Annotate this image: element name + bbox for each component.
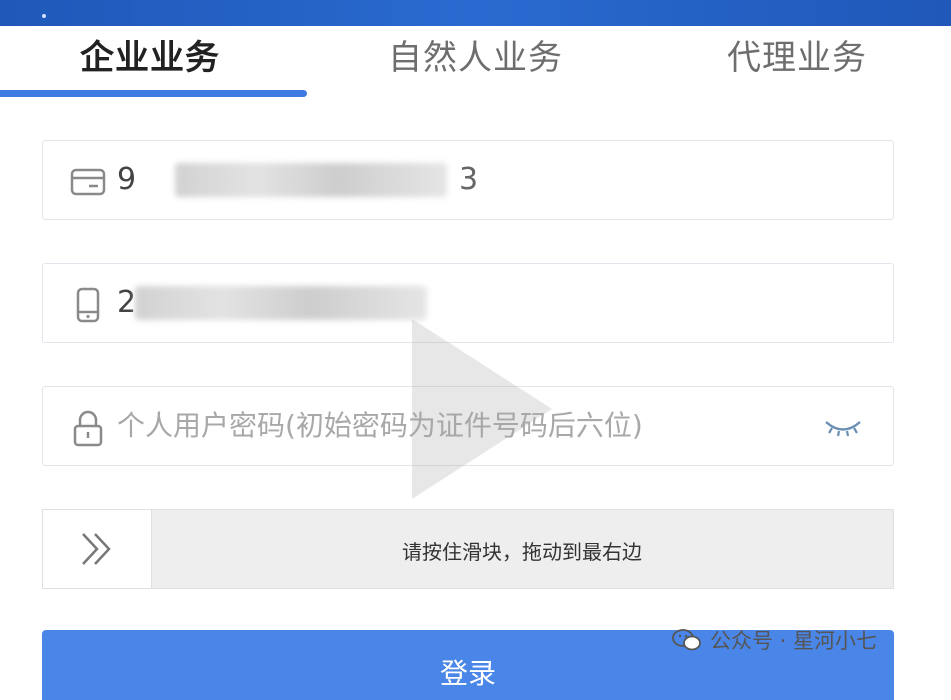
slider-handle[interactable] — [43, 510, 152, 588]
id-value-suffix: 3 — [459, 162, 479, 197]
credential-id-field[interactable]: 9 3 — [42, 140, 894, 220]
tab-natural-person-business[interactable]: 自然人业务 — [388, 30, 563, 79]
tab-enterprise-business[interactable]: 企业业务 — [80, 30, 220, 79]
double-chevron-right-icon — [82, 533, 111, 565]
wechat-icon — [672, 629, 701, 651]
phone-value-prefix: 2 — [117, 285, 137, 320]
tab-agent-business[interactable]: 代理业务 — [727, 30, 867, 79]
phone-icon — [76, 287, 100, 323]
slider-captcha[interactable]: 请按住滑块，拖动到最右边 — [42, 509, 894, 589]
login-panel: 企业业务 自然人业务 代理业务 9 3 2 个人用户密码(初始密码为证件号码后六… — [0, 26, 951, 700]
play-icon[interactable] — [402, 309, 562, 509]
eye-closed-icon[interactable] — [823, 413, 863, 441]
id-value-prefix: 9 — [117, 162, 137, 197]
phone-value-redacted — [135, 286, 427, 320]
id-card-icon — [70, 168, 106, 196]
header-dot — [42, 14, 46, 18]
watermark-text: 公众号 · 星河小七 — [710, 629, 878, 653]
active-tab-indicator — [0, 90, 307, 97]
id-value-redacted — [175, 163, 447, 197]
lock-icon — [73, 410, 103, 447]
window-top-strip — [0, 0, 951, 26]
slider-instruction: 请按住滑块，拖动到最右边 — [402, 540, 642, 564]
password-placeholder: 个人用户密码(初始密码为证件号码后六位) — [117, 409, 643, 442]
watermark: 公众号 · 星河小七 — [672, 625, 877, 655]
login-button-label: 登录 — [439, 657, 496, 690]
